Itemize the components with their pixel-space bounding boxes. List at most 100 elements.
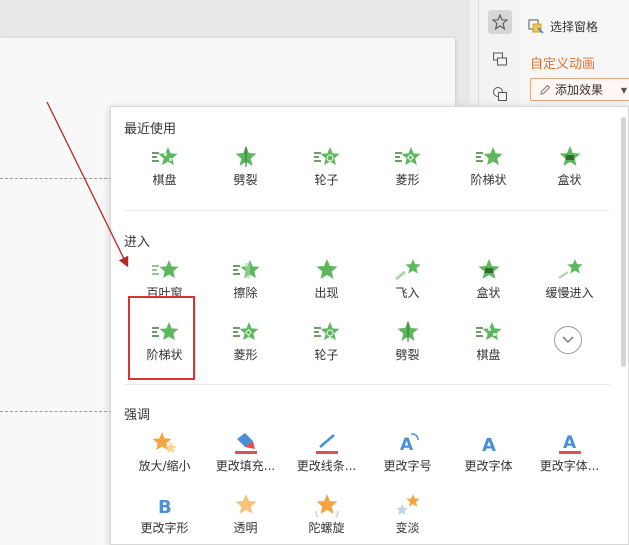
shapes-button[interactable]	[488, 82, 512, 106]
effect-label: 轮子	[314, 173, 339, 187]
add-effect-button[interactable]: 添加效果 ▼	[530, 78, 629, 101]
effect-item[interactable]: 更改线条...	[286, 427, 367, 485]
effect-item[interactable]: 轮子	[286, 141, 367, 199]
svg-text:A: A	[482, 435, 496, 455]
section-divider	[124, 210, 610, 211]
stairs-icon	[474, 145, 504, 169]
effect-label: 擦除	[233, 286, 258, 300]
fill-color-icon	[231, 431, 261, 455]
font-color-icon: A	[555, 431, 585, 455]
effect-item[interactable]: 缓慢进入	[529, 254, 610, 312]
effect-label: 陀螺旋	[308, 521, 345, 535]
effect-item[interactable]: 盒状	[529, 141, 610, 199]
split-icon	[393, 320, 423, 344]
dropdown-scrollbar[interactable]	[621, 117, 626, 367]
effect-label: 菱形	[395, 173, 420, 187]
transition-icon	[493, 52, 507, 66]
effect-item[interactable]: 更改填充...	[205, 427, 286, 485]
grow-shrink-icon	[150, 431, 180, 455]
crawl-in-icon	[555, 258, 585, 282]
wipe-icon	[231, 258, 261, 282]
effect-item[interactable]: 变淡	[367, 489, 448, 545]
effect-item[interactable]: 劈裂	[205, 141, 286, 199]
effect-item[interactable]: 擦除	[205, 254, 286, 312]
effect-item[interactable]: B 更改字形	[124, 489, 205, 545]
pane-title: 自定义动画	[530, 57, 596, 72]
effect-label: 放大/缩小	[138, 459, 191, 473]
effect-item[interactable]: 棋盘	[124, 141, 205, 199]
appear-icon	[312, 258, 342, 282]
wheel-icon	[312, 145, 342, 169]
svg-text:B: B	[158, 497, 172, 517]
section-title-recent: 最近使用	[124, 122, 177, 137]
font-icon: A	[474, 431, 504, 456]
placeholder-border	[0, 411, 112, 412]
effect-label: 更改字体...	[539, 459, 600, 473]
split-icon	[231, 145, 261, 169]
transparency-icon	[231, 493, 261, 517]
more-entrance-effects-button[interactable]	[554, 326, 582, 354]
font-size-icon: A	[393, 431, 423, 455]
chevron-down-icon	[562, 336, 574, 343]
effect-item[interactable]: 出现	[286, 254, 367, 312]
custom-animation-button[interactable]	[488, 10, 512, 34]
svg-text:A: A	[400, 435, 414, 455]
chevron-down-icon[interactable]: ▼	[621, 86, 627, 95]
select-pane-label: 选择窗格	[550, 20, 599, 34]
effect-label: 阶梯状	[470, 173, 507, 187]
box-icon	[474, 258, 504, 282]
effect-label: 轮子	[314, 348, 339, 362]
effect-label: 变淡	[395, 521, 420, 535]
effect-item[interactable]: 放大/缩小	[124, 427, 205, 485]
effect-label: 更改填充...	[215, 459, 276, 473]
add-effect-label: 添加效果	[555, 83, 604, 97]
fly-in-icon	[393, 258, 423, 282]
effect-item[interactable]: 陀螺旋	[286, 489, 367, 545]
star-icon	[492, 14, 508, 30]
line-color-icon	[312, 431, 342, 455]
effect-label: 盒状	[557, 173, 582, 187]
svg-text:A: A	[563, 433, 577, 453]
highlight-annotation	[128, 296, 195, 380]
effect-item[interactable]: 劈裂	[367, 316, 448, 374]
effect-label: 劈裂	[233, 173, 258, 187]
diamond-icon	[231, 320, 261, 344]
effect-label: 更改字号	[383, 459, 432, 473]
effect-item[interactable]: 菱形	[367, 141, 448, 199]
effect-label: 缓慢进入	[545, 286, 594, 300]
select-pane-button[interactable]: 选择窗格	[528, 18, 598, 35]
effect-item[interactable]: A 更改字号	[367, 427, 448, 485]
selection-pane-icon	[528, 19, 544, 34]
effect-label: 棋盘	[476, 348, 501, 362]
section-divider	[124, 384, 610, 385]
effect-item[interactable]: 阶梯状	[448, 141, 529, 199]
effect-label: 盒状	[476, 286, 501, 300]
diamond-icon	[393, 145, 423, 169]
shapes-icon	[493, 87, 507, 101]
effect-item[interactable]: A 更改字体	[448, 427, 529, 485]
checkerboard-icon	[150, 145, 180, 169]
effect-label: 出现	[314, 286, 339, 300]
effect-label: 棋盘	[152, 173, 177, 187]
effect-item[interactable]: 棋盘	[448, 316, 529, 374]
effect-item[interactable]: A 更改字体...	[529, 427, 610, 485]
effect-label: 更改线条...	[296, 459, 357, 473]
effect-item[interactable]: 飞入	[367, 254, 448, 312]
effect-label: 飞入	[395, 286, 420, 300]
blinds-icon	[150, 258, 180, 282]
effect-item[interactable]: 轮子	[286, 316, 367, 374]
fade-icon	[393, 493, 423, 517]
pencil-icon	[540, 84, 551, 95]
effect-item[interactable]: 菱形	[205, 316, 286, 374]
placeholder-border	[0, 178, 112, 179]
box-icon	[555, 145, 585, 169]
section-title-emphasis: 强调	[124, 408, 151, 423]
effect-item[interactable]: 盒状	[448, 254, 529, 312]
slide-transition-button[interactable]	[488, 47, 512, 71]
wheel-icon	[312, 320, 342, 344]
effect-label: 劈裂	[395, 348, 420, 362]
font-style-icon: B	[150, 493, 180, 518]
effect-item[interactable]: 透明	[205, 489, 286, 545]
section-title-entrance: 进入	[124, 235, 151, 250]
effect-label: 透明	[233, 521, 258, 535]
